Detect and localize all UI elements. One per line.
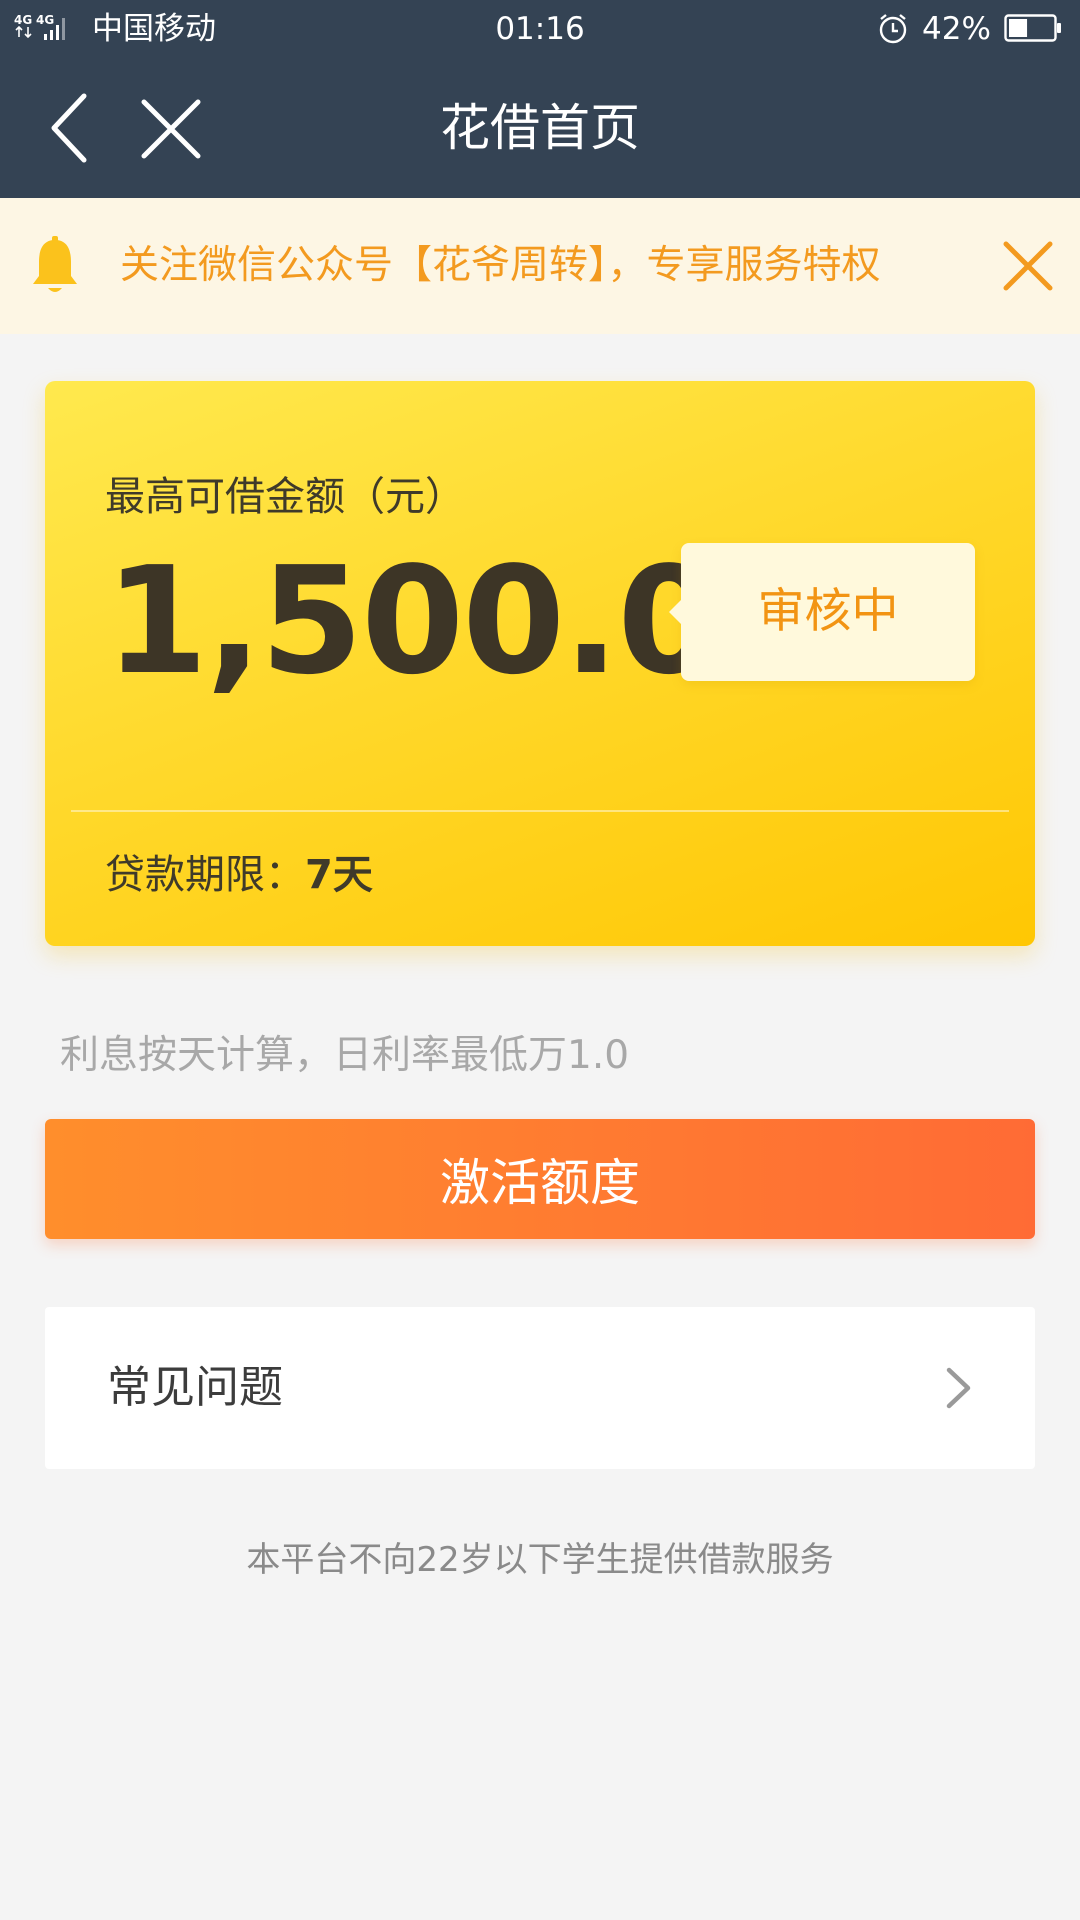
bell-icon	[33, 236, 77, 292]
status-bar: 4G 4G 中国移动 01:16 42%	[0, 0, 1080, 58]
status-badge: 审核中	[669, 543, 975, 681]
battery-icon	[1004, 14, 1061, 42]
card-divider	[71, 810, 1009, 812]
loan-term: 贷款期限：7天	[105, 847, 373, 903]
interest-hint: 利息按天计算，日利率最低万1.0	[60, 1033, 630, 1078]
close-icon[interactable]	[138, 96, 204, 162]
notice-banner[interactable]: 关注微信公众号【花爷周转】，专享服务特权	[0, 198, 1080, 334]
max-amount-label: 最高可借金额（元）	[105, 474, 465, 520]
footer-note: 本平台不向22岁以下学生提供借款服务	[246, 1540, 834, 1580]
faq-label: 常见问题	[107, 1362, 283, 1413]
status-badge-text: 审核中	[757, 584, 899, 639]
back-arrow-icon[interactable]	[46, 90, 96, 166]
nav-bar: 花借首页	[0, 58, 1080, 198]
loan-term-value: 7天	[305, 852, 373, 898]
close-icon[interactable]	[1000, 238, 1056, 294]
loan-term-label: 贷款期限：	[105, 852, 305, 898]
activate-credit-button[interactable]: 激活额度	[45, 1119, 1035, 1239]
battery-percent: 42%	[922, 11, 991, 47]
notice-text: 关注微信公众号【花爷周转】，专享服务特权	[120, 243, 881, 288]
chevron-right-icon	[946, 1367, 971, 1409]
alarm-icon	[879, 14, 907, 44]
status-time: 01:16	[495, 11, 585, 47]
credit-card: 最高可借金额（元） 1,500.00 审核中 贷款期限：7天	[45, 381, 1035, 946]
faq-row[interactable]: 常见问题	[45, 1307, 1035, 1469]
